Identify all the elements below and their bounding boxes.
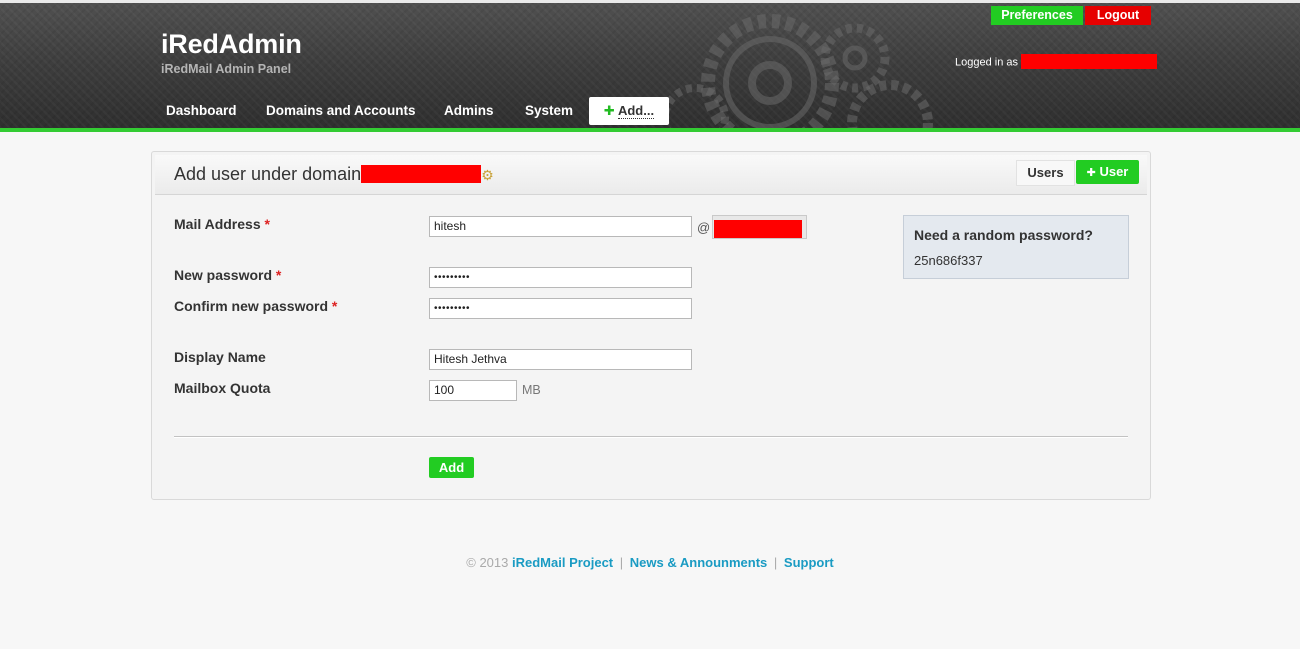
header: iRedAdmin iRedMail Admin Panel Preferenc… xyxy=(0,0,1300,128)
domain-select[interactable] xyxy=(712,215,807,239)
footer-separator: | xyxy=(619,555,624,570)
nav-domains-and-accounts[interactable]: Domains and Accounts xyxy=(266,97,416,125)
new-password-input[interactable]: ••••••••• xyxy=(429,267,692,288)
mail-address-label: Mail Address * xyxy=(174,216,270,232)
nav-dashboard[interactable]: Dashboard xyxy=(166,97,237,125)
new-password-label: New password * xyxy=(174,267,281,283)
confirm-password-label: Confirm new password * xyxy=(174,298,337,314)
new-password-label-text: New password xyxy=(174,267,273,283)
footer-separator: | xyxy=(773,555,778,570)
plus-icon: ✚ xyxy=(1086,167,1096,179)
footer-support-link[interactable]: Support xyxy=(784,555,834,570)
footer-copyright: © 2013 xyxy=(466,555,509,570)
panel-header: Add user under domain ⚙ Users ✚ User xyxy=(155,155,1147,195)
mail-address-label-text: Mail Address xyxy=(174,216,261,232)
mailbox-quota-input[interactable]: 100 xyxy=(429,380,517,401)
required-marker: * xyxy=(331,298,338,314)
footer: © 2013 iRedMail Project | News & Announm… xyxy=(0,555,1300,570)
gears-decoration-icon xyxy=(661,14,933,128)
tab-add-user-label: User xyxy=(1099,164,1129,179)
preferences-button[interactable]: Preferences xyxy=(991,6,1083,25)
app-subtitle: iRedMail Admin Panel xyxy=(161,62,292,76)
footer-news-link[interactable]: News & Announments xyxy=(630,555,767,570)
confirm-password-label-text: Confirm new password xyxy=(174,298,329,314)
logged-in-user-redacted xyxy=(1021,54,1158,69)
domain-settings-gear-icon[interactable]: ⚙ xyxy=(481,167,494,183)
add-user-submit-button[interactable]: Add xyxy=(429,457,474,478)
nav-admins[interactable]: Admins xyxy=(444,97,494,125)
logout-button[interactable]: Logout xyxy=(1085,6,1151,25)
domain-select-redacted xyxy=(714,220,802,238)
plus-icon: ✚ xyxy=(603,103,615,118)
tab-users[interactable]: Users xyxy=(1016,160,1075,186)
form-divider xyxy=(174,436,1128,438)
nav-add-menu-button[interactable]: ✚ Add... xyxy=(589,97,669,125)
random-password-value: 25n686f337 xyxy=(914,253,983,268)
app-title[interactable]: iRedAdmin xyxy=(161,29,302,60)
mail-address-input[interactable]: hitesh xyxy=(429,216,692,237)
display-name-label: Display Name xyxy=(174,349,266,365)
panel-title-text: Add user under domain xyxy=(174,164,362,184)
random-password-box: Need a random password? 25n686f337 xyxy=(903,215,1129,279)
nav-system[interactable]: System xyxy=(525,97,573,125)
random-password-question: Need a random password? xyxy=(914,227,1093,243)
at-sign: @ xyxy=(697,220,711,235)
required-marker: * xyxy=(275,267,282,283)
display-name-input[interactable]: Hitesh Jethva xyxy=(429,349,692,370)
add-user-panel: Add user under domain ⚙ Users ✚ User Mail… xyxy=(151,151,1151,500)
mailbox-quota-label: Mailbox Quota xyxy=(174,380,271,396)
required-marker: * xyxy=(264,216,270,232)
nav-add-label: Add... xyxy=(617,103,655,119)
tab-add-user[interactable]: ✚ User xyxy=(1076,160,1139,184)
footer-project-link[interactable]: iRedMail Project xyxy=(512,555,613,570)
header-accent-bar xyxy=(0,128,1300,132)
domain-name-redacted[interactable] xyxy=(361,165,482,184)
confirm-password-input[interactable]: ••••••••• xyxy=(429,298,692,319)
panel-title: Add user under domain ⚙ xyxy=(174,164,494,185)
quota-unit: MB xyxy=(522,383,541,397)
logged-in-label: Logged in as xyxy=(955,56,1018,69)
logged-in-status: Logged in as xyxy=(955,54,1158,70)
